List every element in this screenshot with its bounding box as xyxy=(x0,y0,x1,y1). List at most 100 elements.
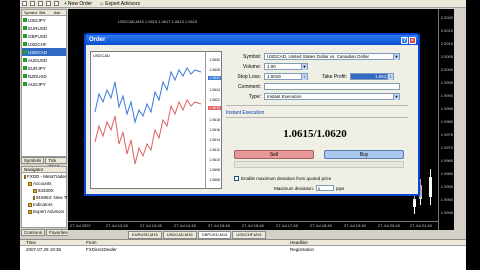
price-tick: 1.0606 xyxy=(209,178,220,182)
symbol-name: USDCHF xyxy=(28,41,47,47)
enable-deviation-checkbox[interactable] xyxy=(234,176,239,181)
max-deviation-input[interactable]: 0 xyxy=(316,185,335,191)
market-watch-icon[interactable] xyxy=(38,1,43,6)
symbol-icon xyxy=(23,50,27,54)
price-tick: 1.9995 xyxy=(440,80,453,85)
chart-tab[interactable]: USDCHF,M15 xyxy=(232,230,266,239)
chart-tab[interactable]: USDCAD,M15 xyxy=(162,230,197,239)
price-tick: 2.0020 xyxy=(440,15,453,20)
account-icon xyxy=(33,188,37,193)
takeprofit-value: 1.0612 xyxy=(375,74,389,79)
column-headline[interactable]: Headline xyxy=(200,240,466,245)
market-watch-row[interactable]: USDJPY xyxy=(22,16,66,24)
divider xyxy=(226,117,408,118)
price-tick: 2.0000 xyxy=(440,67,453,72)
tab-symbols[interactable]: Symbols xyxy=(21,157,45,164)
sell-button[interactable]: Sell xyxy=(234,150,314,159)
profiles-icon[interactable] xyxy=(30,1,35,6)
spinner-icon[interactable]: ↕ xyxy=(301,74,307,80)
chevron-down-icon[interactable]: ▼ xyxy=(393,94,399,100)
row-from: FXDirectDealer xyxy=(86,247,117,252)
spinner-icon[interactable]: ↕ xyxy=(387,74,393,80)
symbol-name: USDJPY xyxy=(28,17,46,23)
terminal-icon[interactable] xyxy=(54,1,59,6)
time-tick: 27 Jul 21:45 xyxy=(410,223,432,228)
new-chart-icon[interactable] xyxy=(22,1,27,6)
stoploss-label: Stop Loss: xyxy=(237,73,261,80)
left-border xyxy=(0,0,20,270)
market-watch-tabs: Symbols Tick Chart xyxy=(21,157,67,169)
max-deviation-label: Maximum deviation: xyxy=(274,185,315,191)
price-tick: 1.9950 xyxy=(440,197,453,202)
row-headline: Registration xyxy=(290,247,315,252)
symbol-select[interactable]: USDCAD, United States Dollar vs. Canadia… xyxy=(264,53,400,60)
market-watch-row[interactable]: EURJPY xyxy=(22,64,66,72)
chart-tab-active[interactable]: GBPUSD,M15 xyxy=(197,230,232,239)
folder-icon xyxy=(28,209,32,214)
metatrader-window: + New Order ☺ Expert Advisors Symbol Bid… xyxy=(20,0,466,270)
symbol-value: USDCAD, United States Dollar vs. Canadia… xyxy=(267,54,370,59)
price-tick: 1.0628 xyxy=(209,68,220,72)
price-tick: 1.0624 xyxy=(209,88,220,92)
navigator-panel: Navigator FXDD - MetaTrader Accounts 843… xyxy=(21,166,77,228)
column-from[interactable]: From xyxy=(80,240,200,245)
column-time[interactable]: Time xyxy=(20,240,80,245)
tab-tick-chart[interactable]: Tick Chart xyxy=(45,157,67,169)
price-tick: 1.9945 xyxy=(440,210,453,215)
new-order-button[interactable]: + New Order xyxy=(62,1,94,7)
market-watch-row-selected[interactable]: USDCAD xyxy=(22,48,66,56)
market-watch-row[interactable]: USDCHF xyxy=(22,40,66,48)
close-icon[interactable]: × xyxy=(409,36,416,44)
price-tick: 1.9990 xyxy=(440,93,453,98)
column-symbol[interactable]: Symbol xyxy=(22,10,37,15)
row-time: 2007.07.29 19:36 xyxy=(26,247,62,252)
comment-input[interactable] xyxy=(264,83,400,90)
nav-item-root[interactable]: FXDD - MetaTrader xyxy=(22,173,66,180)
nav-item-account[interactable]: 843300: xyxy=(22,187,66,194)
nav-item-expert-advisors[interactable]: Expert Advisors xyxy=(22,208,66,215)
market-watch-row[interactable]: AUDJPY xyxy=(22,80,66,88)
price-tick: 1.0618 xyxy=(209,118,220,122)
comment-row: Comment: xyxy=(226,83,400,90)
type-select[interactable]: Instant Execution ▼ xyxy=(264,93,400,100)
expert-advisors-button[interactable]: ☺ Expert Advisors xyxy=(97,1,142,7)
symbol-name: GBPUSD xyxy=(28,33,48,39)
nav-item-label: 843300: xyxy=(38,188,55,193)
candle-body xyxy=(413,199,416,207)
market-watch-row[interactable]: GBPUSD xyxy=(22,32,66,40)
symbol-name: USDCAD xyxy=(28,49,48,55)
tick-chart: USDCAD 1.0630 1.0628 1.0620 1.0624 1.062… xyxy=(90,51,222,189)
folder-icon xyxy=(24,174,26,179)
volume-label: Volume: xyxy=(242,63,261,70)
column-ask[interactable]: Ask xyxy=(52,10,66,15)
market-watch-row[interactable]: AUDUSD xyxy=(22,56,66,64)
account-icon xyxy=(33,195,35,200)
column-bid[interactable]: Bid xyxy=(37,10,51,15)
ask-price-badge: 1.0620 xyxy=(208,76,221,80)
market-watch-row[interactable]: EURUSD xyxy=(22,24,66,32)
volume-select[interactable]: 1.00 ▼ xyxy=(264,63,308,70)
time-tick: 27 Jul 18:45 xyxy=(310,223,332,228)
chevron-down-icon[interactable]: ▼ xyxy=(393,54,399,60)
time-tick: 27 Jul 15:45 xyxy=(208,223,230,228)
takeprofit-input[interactable]: 1.0612 ↕ xyxy=(350,73,394,80)
symbol-icon xyxy=(23,82,27,86)
stoploss-input[interactable]: 1.0019 ↕ xyxy=(264,73,308,80)
help-icon[interactable]: ? xyxy=(401,36,408,44)
navigator-icon[interactable] xyxy=(46,1,51,6)
terminal-row[interactable]: 2007.07.29 19:36 FXDirectDealer Registra… xyxy=(20,246,466,253)
market-watch-row[interactable]: NZDUSD xyxy=(22,72,66,80)
nav-item-indicators[interactable]: Indicators xyxy=(22,201,66,208)
chart-title: USDCAD,M15 1.0615 1.0617 1.0613 1.0615 xyxy=(118,19,198,24)
chevron-down-icon[interactable]: ▼ xyxy=(301,64,307,70)
nav-item-accounts[interactable]: Accounts xyxy=(22,180,66,187)
buy-button[interactable]: Buy xyxy=(324,150,404,159)
time-tick: 27 Jul 17:45 xyxy=(276,223,298,228)
navigator-tabs: Common Favorites xyxy=(21,229,71,236)
tab-common[interactable]: Common xyxy=(21,229,46,236)
nav-item-account[interactable]: 915953: New Trader xyxy=(22,194,77,201)
chart-tab[interactable]: EURUSD,M15 xyxy=(128,230,162,239)
order-dialog-titlebar[interactable]: Order ? × xyxy=(86,35,418,45)
type-row: Type: Instant Execution ▼ xyxy=(226,93,400,100)
price-tick: 1.9970 xyxy=(440,145,453,150)
